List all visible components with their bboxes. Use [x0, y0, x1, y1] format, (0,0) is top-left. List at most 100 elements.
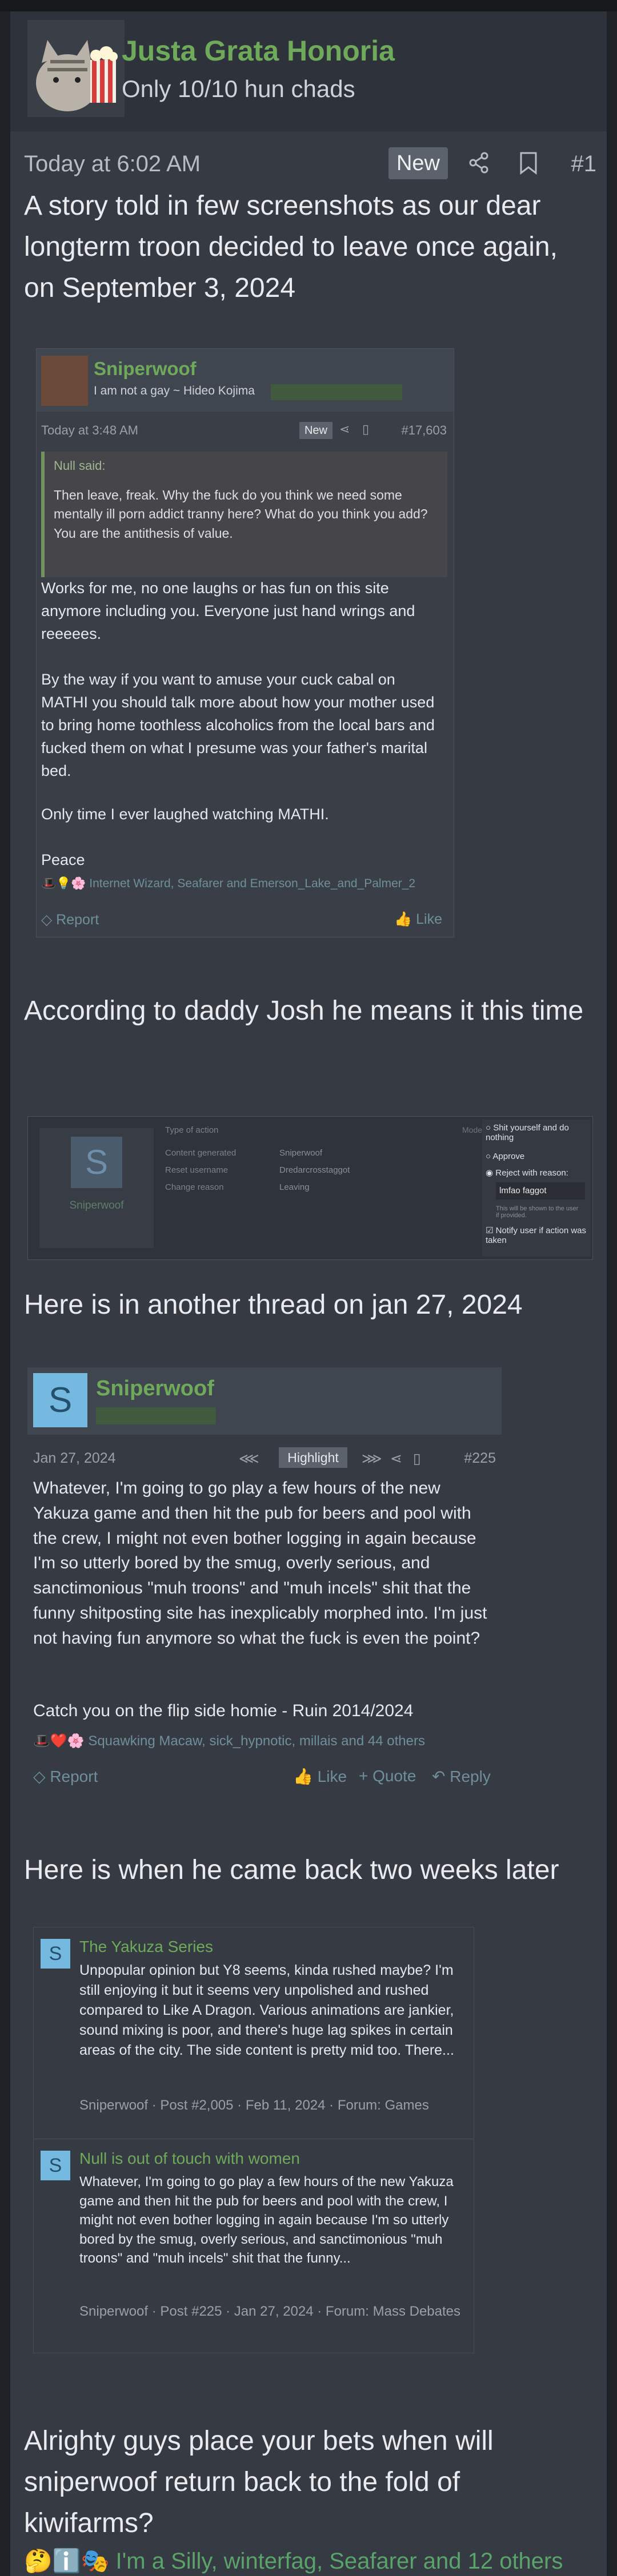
username: Sniperwoof [69, 1200, 124, 1211]
username: Sniperwoof [96, 1376, 214, 1400]
option-label: Reject with reason: [495, 1168, 568, 1178]
new-badge: New [299, 422, 332, 439]
user-header: Justa Grata Honoria Only 10/10 hun chads [10, 11, 607, 131]
user-card: S Sniperwoof [39, 1128, 154, 1248]
result-title: Null is out of touch with women [79, 2150, 300, 2167]
shot1-para4: Peace [41, 851, 85, 868]
avatar[interactable] [27, 20, 125, 117]
highlight-badge: Highlight [279, 1447, 347, 1468]
quote-text: Then leave, freak. Why the fuck do you t… [54, 488, 428, 541]
bookmark-icon[interactable] [519, 151, 538, 181]
post-timestamp[interactable]: Today at 6:02 AM [24, 151, 201, 177]
post-meta: Today at 6:02 AM New #1 [10, 137, 607, 188]
report-label: Report [56, 912, 99, 928]
prev-icon: ⋘ [239, 1451, 259, 1467]
share-icon[interactable] [467, 151, 490, 180]
quote-link: + Quote [359, 1767, 416, 1785]
forum-post: Justa Grata Honoria Only 10/10 hun chads… [10, 11, 607, 2576]
quote-author: Null said: [54, 458, 106, 473]
shot1-para1: Works for me, no one laughs or has fun o… [41, 579, 415, 642]
avatar [41, 356, 88, 406]
row-label: Change reason [165, 1182, 224, 1192]
username: Sniperwoof [94, 358, 197, 379]
screenshot-3: S Sniperwoof Jan 27, 2024 ⋘ Highlight ⋙ … [27, 1367, 502, 1790]
reaction-icons: 🎩💡🌸 [41, 877, 90, 890]
avatar: S [41, 2151, 70, 2180]
like-link: 👍 Like [293, 1768, 347, 1785]
user-title: I am not a gay ~ Hideo Kojima [94, 384, 255, 397]
result-snippet: Unpopular opinion but Y8 seems, kinda ru… [79, 1962, 454, 2058]
shot1-user-header: Sniperwoof I am not a gay ~ Hideo Kojima [37, 349, 454, 412]
post-reactions[interactable]: 🤔ℹ️🎭 I'm a Silly, winterfag, Seafarer an… [24, 2547, 563, 2574]
avatar: S [71, 1137, 122, 1188]
option-reject: ◉ Reject with reason: [486, 1168, 568, 1178]
result-snippet: Whatever, I'm going to go play a few hou… [79, 2174, 454, 2267]
shot3-para2: Catch you on the flip side homie - Ruin … [33, 1701, 414, 1720]
share-icon: ⋖ [390, 1451, 402, 1467]
moderation-panel: ○ Shit yourself and do nothing ○ Approve… [482, 1120, 591, 1257]
report-link: ◇ Report [41, 912, 99, 928]
reactions-text[interactable]: I'm a Silly, winterfag, Seafarer and 12 … [116, 2549, 563, 2574]
username[interactable]: Justa Grata Honoria [122, 34, 395, 67]
caption-2: According to daddy Josh he means it this… [24, 996, 584, 1026]
row-label: Reset username [165, 1165, 229, 1175]
screenshot-4: S The Yakuza Series Unpopular opinion bu… [33, 1927, 474, 2353]
report-link: ◇ Report [33, 1768, 98, 1785]
caption-3: Here is in another thread on jan 27, 202… [24, 1290, 523, 1320]
avatar: S [33, 1373, 87, 1427]
like-label: Like [317, 1768, 347, 1785]
reaction-icons: 🎩❤️🌸 [33, 1733, 89, 1749]
caption-4: Here is when he came back two weeks late… [24, 1855, 559, 1885]
row-label: Content generated [165, 1148, 237, 1158]
shot3-user-header: S Sniperwoof [27, 1367, 502, 1435]
shot3-para1: Whatever, I'm going to go play a few hou… [33, 1479, 487, 1648]
pusheen-cat-icon [27, 20, 125, 117]
result-meta: Sniperwoof · Post #2,005 · Feb 11, 2024 … [79, 2098, 429, 2113]
post-number: #17,603 [401, 423, 447, 437]
option-label: Shit yourself and do nothing [486, 1123, 569, 1142]
bookmark-icon: ▯ [362, 422, 370, 436]
reply-link: ↶ Reply [432, 1768, 491, 1785]
user-banner [271, 384, 402, 400]
reactions-text: Squawking Macaw, sick_hypnotic, millais … [88, 1733, 425, 1749]
post-timestamp: Jan 27, 2024 [33, 1450, 116, 1466]
new-badge: New [388, 147, 448, 179]
quote-block: Null said: Then leave, freak. Why the fu… [41, 452, 447, 577]
notify-label: Notify user if action was taken [486, 1226, 587, 1245]
like-label: Like [416, 911, 442, 927]
reply-label: Reply [450, 1768, 491, 1785]
post-number[interactable]: #1 [571, 151, 597, 177]
row-label: Type of action [165, 1125, 219, 1135]
option-approve: ○ Approve [486, 1152, 525, 1161]
like-link: 👍 Like [394, 911, 442, 927]
row-value: Dredarcrosstaggot [279, 1165, 350, 1175]
avatar: S [41, 1939, 70, 1969]
reaction-icons: 🤔ℹ️🎭 [24, 2549, 116, 2574]
shot3-reactions: 🎩❤️🌸 Squawking Macaw, sick_hypnotic, mil… [33, 1733, 425, 1749]
status-bar [0, 0, 617, 11]
reason-field: lmfao faggot [496, 1182, 585, 1200]
bookmark-icon: ▯ [413, 1451, 421, 1467]
next-icon: ⋙ [362, 1451, 382, 1467]
post-number: #225 [464, 1450, 496, 1466]
option-label: Approve [492, 1152, 525, 1161]
shot1-reactions: 🎩💡🌸 Internet Wizard, Seafarer and Emerso… [41, 877, 415, 891]
search-result: S Null is out of touch with women Whatev… [34, 2139, 474, 2353]
user-title: Only 10/10 hun chads [122, 75, 355, 102]
post-intro: A story told in few screenshots as our d… [24, 191, 558, 303]
shot1-para3: Only time I ever laughed watching MATHI. [41, 806, 329, 823]
post-outro: Alrighty guys place your bets when will … [24, 2426, 494, 2538]
row-value: Leaving [279, 1182, 310, 1192]
screenshot-2: S Sniperwoof Type of action Content gene… [27, 1116, 593, 1260]
reason-note: This will be shown to the user if provid… [496, 1205, 579, 1219]
row-value: Sniperwoof [279, 1148, 323, 1158]
option-nothing: ○ Shit yourself and do nothing [486, 1123, 569, 1142]
screenshot-1: Sniperwoof I am not a gay ~ Hideo Kojima… [36, 348, 454, 937]
report-label: Report [50, 1768, 98, 1785]
post-timestamp: Today at 3:48 AM [41, 423, 138, 437]
reactions-text: Internet Wizard, Seafarer and Emerson_La… [89, 877, 416, 890]
result-meta: Sniperwoof · Post #225 · Jan 27, 2024 · … [79, 2304, 460, 2319]
shot1-para2: By the way if you want to amuse your cuc… [41, 671, 435, 779]
result-title: The Yakuza Series [79, 1938, 213, 1955]
notify-checkbox: ☑ Notify user if action was taken [486, 1226, 587, 1245]
